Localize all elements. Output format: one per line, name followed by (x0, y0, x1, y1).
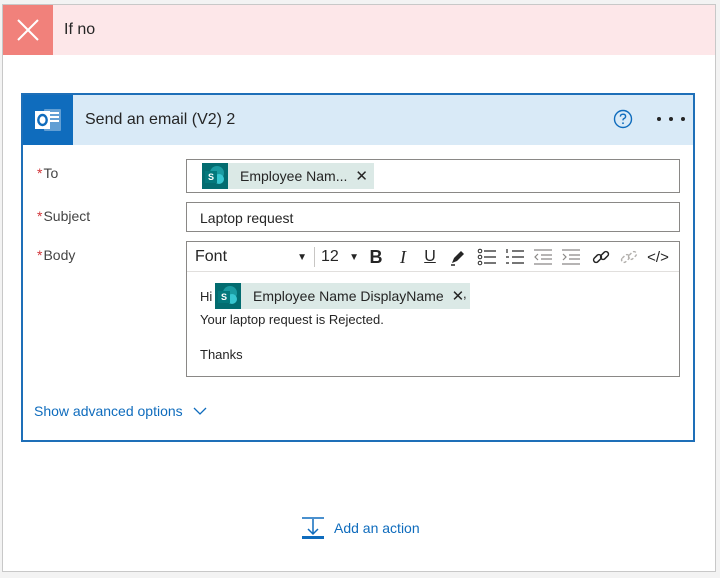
code-view-icon[interactable]: </> (645, 246, 671, 268)
add-an-action-button[interactable]: Add an action (301, 516, 420, 540)
send-email-action-card: Send an email (V2) 2 *To S Employee Nam.… (21, 93, 695, 442)
show-advanced-options[interactable]: Show advanced options (34, 403, 207, 419)
bold-icon[interactable]: B (365, 246, 387, 268)
numbered-list-icon[interactable] (503, 246, 527, 268)
body-greeting: Hi (200, 289, 213, 304)
branch-header[interactable]: If no (3, 5, 715, 55)
italic-icon[interactable]: I (393, 246, 413, 268)
sharepoint-icon: S (215, 283, 241, 309)
body-editor[interactable]: Font ▼ 12 ▼ B I U </> Hi S Employee Name… (186, 241, 680, 377)
close-icon[interactable] (3, 5, 53, 55)
unlink-icon[interactable] (617, 246, 641, 268)
decrease-indent-icon[interactable] (531, 246, 555, 268)
to-field[interactable]: S Employee Nam... ✕ (186, 159, 680, 193)
add-action-icon (302, 517, 324, 539)
chevron-down-icon (193, 407, 207, 415)
employee-displayname-token[interactable]: S Employee Name DisplayName ✕ (215, 283, 471, 309)
to-label: *To (37, 165, 59, 181)
link-icon[interactable] (589, 246, 613, 268)
body-comma: , (463, 286, 467, 301)
font-dropdown[interactable]: Font ▼ (195, 246, 307, 268)
font-size-dropdown[interactable]: 12 ▼ (321, 246, 359, 268)
body-line-thanks: Thanks (200, 347, 243, 362)
outlook-icon (23, 95, 73, 145)
more-options-icon[interactable] (657, 109, 685, 129)
body-line-rejected: Your laptop request is Rejected. (200, 312, 384, 327)
sharepoint-icon: S (202, 163, 228, 189)
dropdown-caret-icon: ▼ (349, 251, 359, 263)
help-icon[interactable] (613, 109, 633, 129)
increase-indent-icon[interactable] (559, 246, 583, 268)
highlight-pen-icon[interactable] (447, 246, 469, 268)
rich-text-toolbar: Font ▼ 12 ▼ B I U </> (187, 242, 679, 272)
action-header[interactable]: Send an email (V2) 2 (23, 95, 693, 145)
subject-input[interactable]: Laptop request (186, 202, 680, 232)
bulleted-list-icon[interactable] (475, 246, 499, 268)
body-label: *Body (37, 247, 76, 263)
action-title: Send an email (V2) 2 (85, 111, 236, 128)
subject-label: *Subject (37, 208, 91, 224)
remove-token-icon[interactable]: ✕ (355, 167, 368, 185)
branch-title: If no (64, 21, 96, 38)
employee-name-token[interactable]: S Employee Nam... ✕ (202, 163, 374, 189)
dropdown-caret-icon: ▼ (297, 251, 307, 263)
underline-icon[interactable]: U (419, 246, 441, 268)
if-no-branch-container: If no Send an email (V2) 2 *To S Employe… (2, 4, 716, 572)
